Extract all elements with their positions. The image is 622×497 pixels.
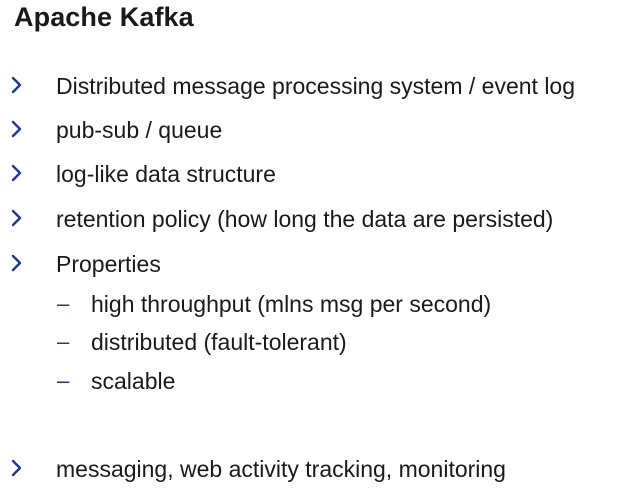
sub-bullet-text: scalable xyxy=(91,368,176,394)
chevron-right-icon xyxy=(10,254,24,272)
chevron-right-icon xyxy=(10,459,24,477)
chevron-right-icon xyxy=(10,209,24,227)
chevron-right-icon xyxy=(10,76,24,94)
dash-icon: – xyxy=(57,368,70,393)
slide: Apache Kafka Distributed message process… xyxy=(0,0,622,497)
bullet-text: Properties xyxy=(56,251,161,277)
bullet-text: log-like data structure xyxy=(56,161,276,187)
bullet-text: Distributed message processing system / … xyxy=(56,73,576,99)
chevron-right-icon xyxy=(10,120,24,138)
dash-icon: – xyxy=(57,291,70,316)
sub-bullet-text: high throughput (mlns msg per second) xyxy=(91,291,492,317)
bullet-text: retention policy (how long the data are … xyxy=(56,206,554,232)
bullet-text: pub-sub / queue xyxy=(56,117,223,143)
dash-icon: – xyxy=(57,329,70,354)
chevron-right-icon xyxy=(10,164,24,182)
slide-title: Apache Kafka xyxy=(14,2,194,32)
bullet-text: messaging, web activity tracking, monito… xyxy=(56,456,506,482)
sub-bullet-text: distributed (fault-tolerant) xyxy=(91,329,347,355)
